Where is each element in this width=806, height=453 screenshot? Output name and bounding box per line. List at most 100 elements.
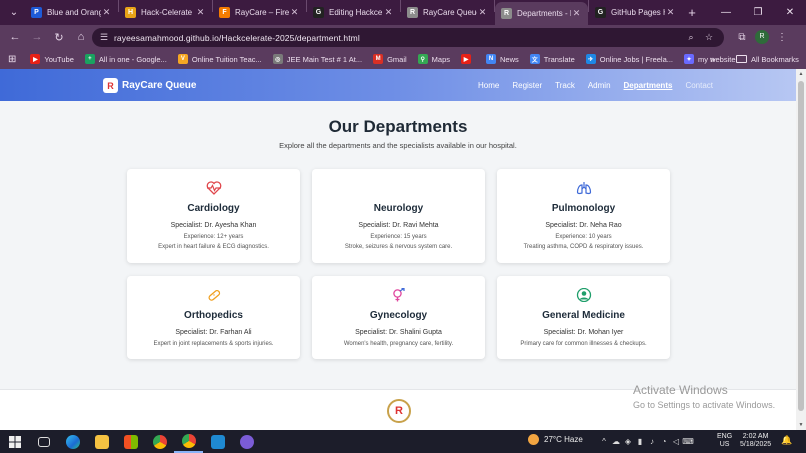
tab-close-icon[interactable]: ✕: [289, 7, 300, 18]
department-description: Women's health, pregnancy care, fertilit…: [343, 341, 454, 347]
task-view-icon: [37, 436, 50, 447]
bookmark-star-icon[interactable]: ☆: [700, 32, 718, 43]
user-doctor-icon: [576, 288, 591, 302]
watermark-title: Activate Windows: [633, 383, 728, 397]
tab-close-icon[interactable]: ✕: [383, 7, 394, 18]
all-bookmarks-button[interactable]: All Bookmarks: [736, 55, 799, 64]
bookmark-item[interactable]: V Online Tuition Teac...: [177, 54, 262, 64]
file-explorer-taskbar-icon[interactable]: [87, 430, 116, 453]
apps-grid-icon[interactable]: ⊞: [8, 54, 16, 65]
page-scrollbar[interactable]: ▲ ▼: [796, 69, 806, 430]
url-text[interactable]: rayeesamahmood.github.io/Hackcelerate-20…: [114, 33, 360, 43]
bookmark-item[interactable]: ✈ Online Jobs | Freela...: [585, 54, 674, 64]
nav-link-home[interactable]: Home: [478, 81, 499, 90]
back-button[interactable]: ←: [4, 31, 26, 43]
bookmark-item[interactable]: ⚲ Maps: [417, 54, 450, 64]
profile-avatar[interactable]: R: [755, 30, 769, 44]
notification-icon[interactable]: 🔔: [781, 435, 792, 446]
tab-favicon-icon: P: [31, 7, 42, 18]
browser-tab[interactable]: G GitHub Pages H ✕: [589, 0, 682, 25]
new-tab-button[interactable]: +: [682, 5, 702, 20]
scroll-down-arrow[interactable]: ▼: [796, 422, 806, 428]
keyboard-icon[interactable]: ⌨: [682, 437, 694, 446]
bookmark-item[interactable]: ◎ JEE Main Test # 1 At...: [272, 54, 362, 64]
home-button[interactable]: ⌂: [70, 31, 92, 43]
department-name: Pulmonology: [551, 203, 616, 214]
weather-widget[interactable]: 27°C Haze: [528, 434, 583, 445]
zoom-search-icon[interactable]: ⌕: [682, 32, 700, 43]
battery-icon[interactable]: ▮: [634, 437, 646, 446]
show-hidden-icons-button[interactable]: ^: [598, 437, 610, 446]
tab-close-icon[interactable]: ✕: [477, 7, 488, 18]
start-button[interactable]: [0, 430, 29, 453]
department-card-pulmonology[interactable]: Pulmonology Specialist: Dr. Neha Rao Exper…: [497, 169, 670, 263]
activate-windows-watermark: Activate Windows Go to Settings to activ…: [633, 383, 775, 410]
microphone-icon[interactable]: ♪: [646, 437, 658, 446]
vscode-taskbar-icon[interactable]: [203, 430, 232, 453]
browser-tab[interactable]: P Blue and Orange✕: [25, 0, 118, 25]
security-icon[interactable]: ◈: [622, 437, 634, 446]
nav-link-admin[interactable]: Admin: [588, 81, 611, 90]
tab-title: Editing Hackce: [329, 8, 383, 17]
volume-icon[interactable]: ◁: [670, 437, 682, 446]
close-window-button[interactable]: ✕: [774, 7, 806, 18]
site-navbar: R RayCare Queue Home Register Track Admin De…: [0, 69, 796, 101]
browser-tab[interactable]: F RayCare – Fireb ✕: [213, 0, 306, 25]
scrollbar-thumb[interactable]: [798, 81, 804, 411]
site-brand[interactable]: R RayCare Queue: [103, 78, 196, 93]
site-info-icon[interactable]: ☰: [100, 32, 114, 43]
browser-tab[interactable]: G Editing Hackce ✕: [307, 0, 400, 25]
extensions-icon[interactable]: ⧉: [733, 32, 751, 43]
department-card-cardiology[interactable]: Cardiology Specialist: Dr. Ayesha Khan Exp…: [127, 169, 300, 263]
system-tray: ^ ☁ ◈ ▮ ♪ ◔ ◁ ⌨: [598, 430, 694, 453]
department-card-neurology[interactable]: Neurology Specialist: Dr. Ravi Mehta Exper…: [312, 169, 485, 263]
language-indicator[interactable]: ENG US: [717, 433, 732, 449]
bookmark-item[interactable]: ▶ YouTube: [30, 54, 74, 64]
browser-tab[interactable]: H Hack-Celerate P ✕: [119, 0, 212, 25]
chrome-profile-taskbar-icon[interactable]: [174, 430, 203, 453]
bookmark-item[interactable]: 文 Translate: [529, 54, 575, 64]
chrome-taskbar-icon[interactable]: [145, 430, 174, 453]
department-card-gynecology[interactable]: Gynecology Specialist: Dr. Shalini Gupta W…: [312, 276, 485, 359]
bookmark-label: Online Jobs | Freela...: [599, 54, 674, 64]
address-bar[interactable]: ☰ rayeesamahmood.github.io/Hackcelerate-…: [92, 28, 724, 47]
tab-title: Departments - R: [517, 9, 571, 18]
department-card-orthopedics[interactable]: Orthopedics Specialist: Dr. Farhan Ali Exp…: [127, 276, 300, 359]
edge-taskbar-icon[interactable]: [58, 430, 87, 453]
reload-button[interactable]: ↻: [48, 31, 70, 44]
store-taskbar-icon[interactable]: [116, 430, 145, 453]
task-view-button[interactable]: [29, 430, 58, 453]
tab-close-icon[interactable]: ✕: [571, 8, 582, 19]
wifi-icon[interactable]: ◔: [658, 437, 670, 446]
app-taskbar-icon[interactable]: [232, 430, 261, 453]
bookmark-favicon-icon: ✦: [684, 54, 695, 64]
nav-link-track[interactable]: Track: [555, 81, 575, 90]
restore-button[interactable]: ❐: [742, 7, 774, 18]
system-clock[interactable]: 2:02 AM 5/18/2025: [740, 433, 771, 449]
department-card-general-medicine[interactable]: General Medicine Specialist: Dr. Mohan Iy…: [497, 276, 670, 359]
department-icon-wrap: [312, 181, 485, 195]
nav-link-register[interactable]: Register: [512, 81, 542, 90]
tab-list: PBlue and Orange✕HHack-Celerate P✕FRayCa…: [25, 0, 682, 25]
minimize-button[interactable]: —: [710, 7, 742, 18]
tab-search-button[interactable]: ⌄: [3, 4, 25, 22]
bookmark-item[interactable]: N News: [486, 54, 519, 64]
tab-close-icon[interactable]: ✕: [195, 7, 206, 18]
more-bookmarks-icon[interactable]: »: [710, 54, 715, 64]
bookmark-item[interactable]: ▶: [461, 54, 475, 64]
bookmark-item[interactable]: M Gmail: [373, 54, 407, 64]
scroll-up-arrow[interactable]: ▲: [796, 71, 806, 77]
bookmark-item[interactable]: + All in one - Google...: [84, 54, 167, 64]
chrome-icon: [181, 433, 196, 448]
browser-tab[interactable]: R Departments - R ✕: [495, 2, 588, 25]
tab-close-icon[interactable]: ✕: [101, 7, 112, 18]
tab-close-icon[interactable]: ✕: [665, 7, 676, 18]
browser-menu-icon[interactable]: ⋮: [773, 32, 791, 43]
nav-link-contact[interactable]: Contact: [685, 81, 713, 90]
department-name: Neurology: [373, 203, 424, 214]
browser-tab[interactable]: R RayCare Queue ✕: [401, 0, 494, 25]
nav-link-departments[interactable]: Departments: [624, 81, 673, 90]
bookmark-label: All in one - Google...: [98, 54, 167, 64]
forward-button[interactable]: →: [26, 31, 48, 43]
onedrive-icon[interactable]: ☁: [610, 437, 622, 446]
